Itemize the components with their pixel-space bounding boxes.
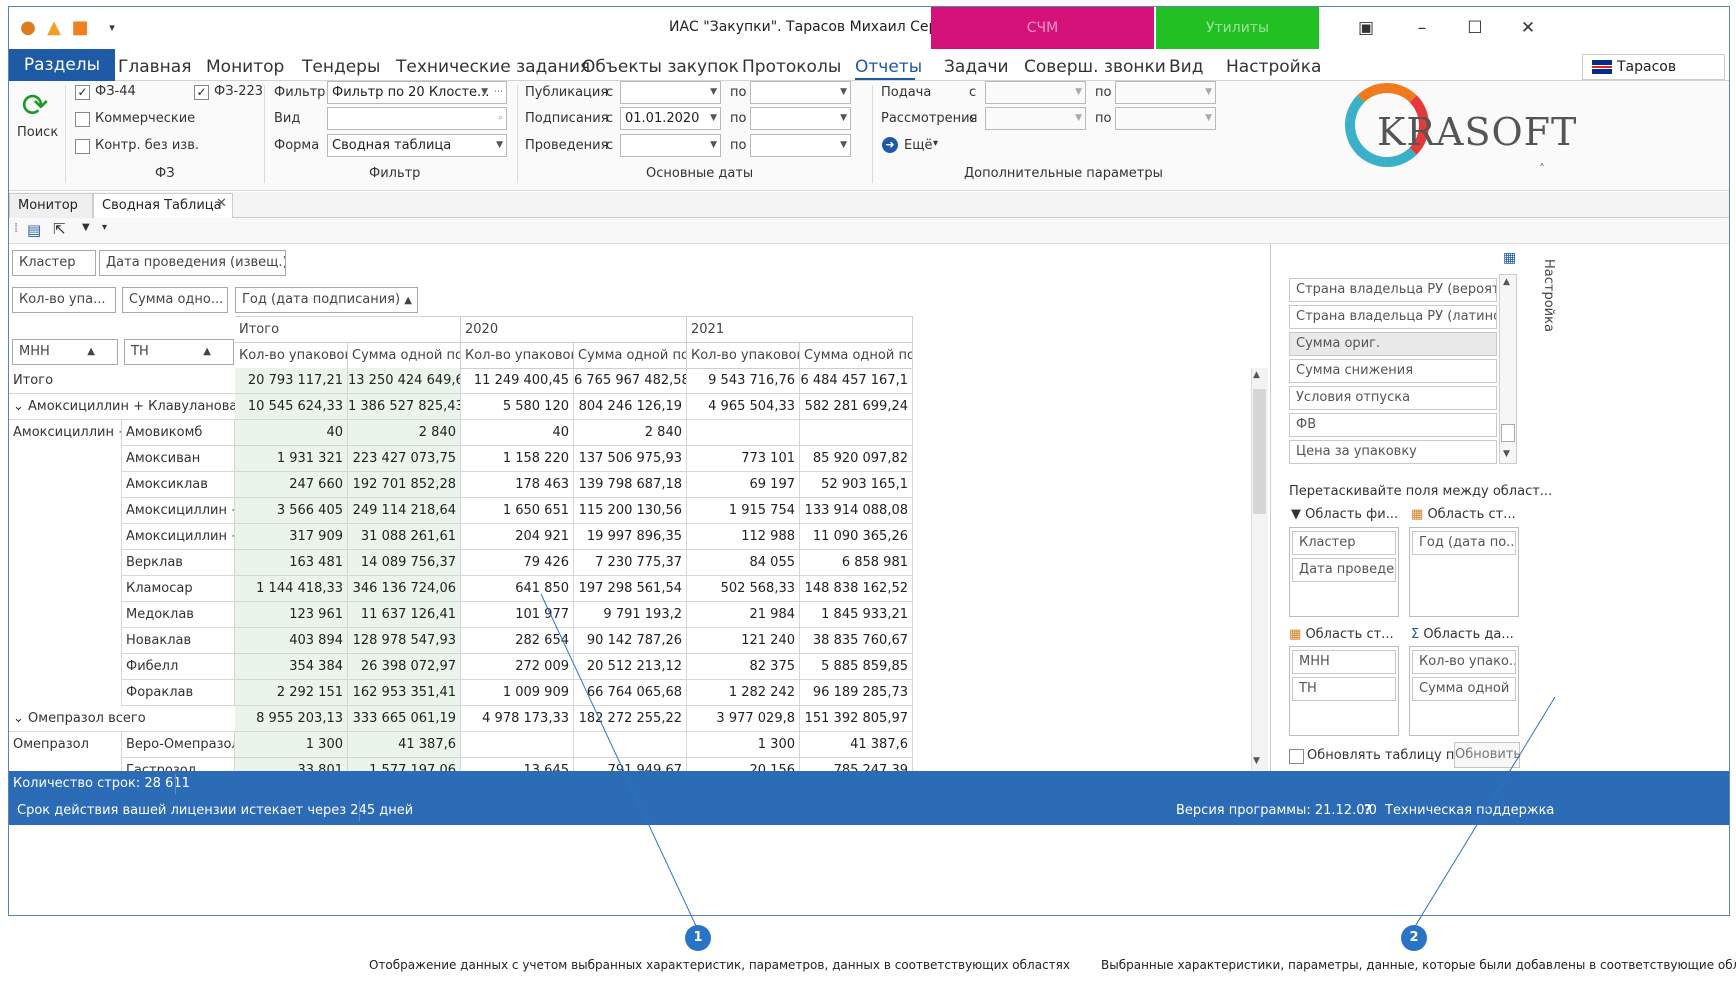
callout-caption-2: Выбранные характеристики, параметры, дан… — [1101, 958, 1736, 972]
callout-caption-1: Отображение данных с учетом выбранных ха… — [369, 958, 1070, 972]
callout-lines — [540, 593, 1556, 929]
callout-number-2: 2 — [1401, 925, 1427, 951]
callout-line-1 — [540, 593, 698, 929]
callout-number-1: 1 — [685, 925, 711, 951]
callout-line-2 — [1413, 696, 1556, 929]
